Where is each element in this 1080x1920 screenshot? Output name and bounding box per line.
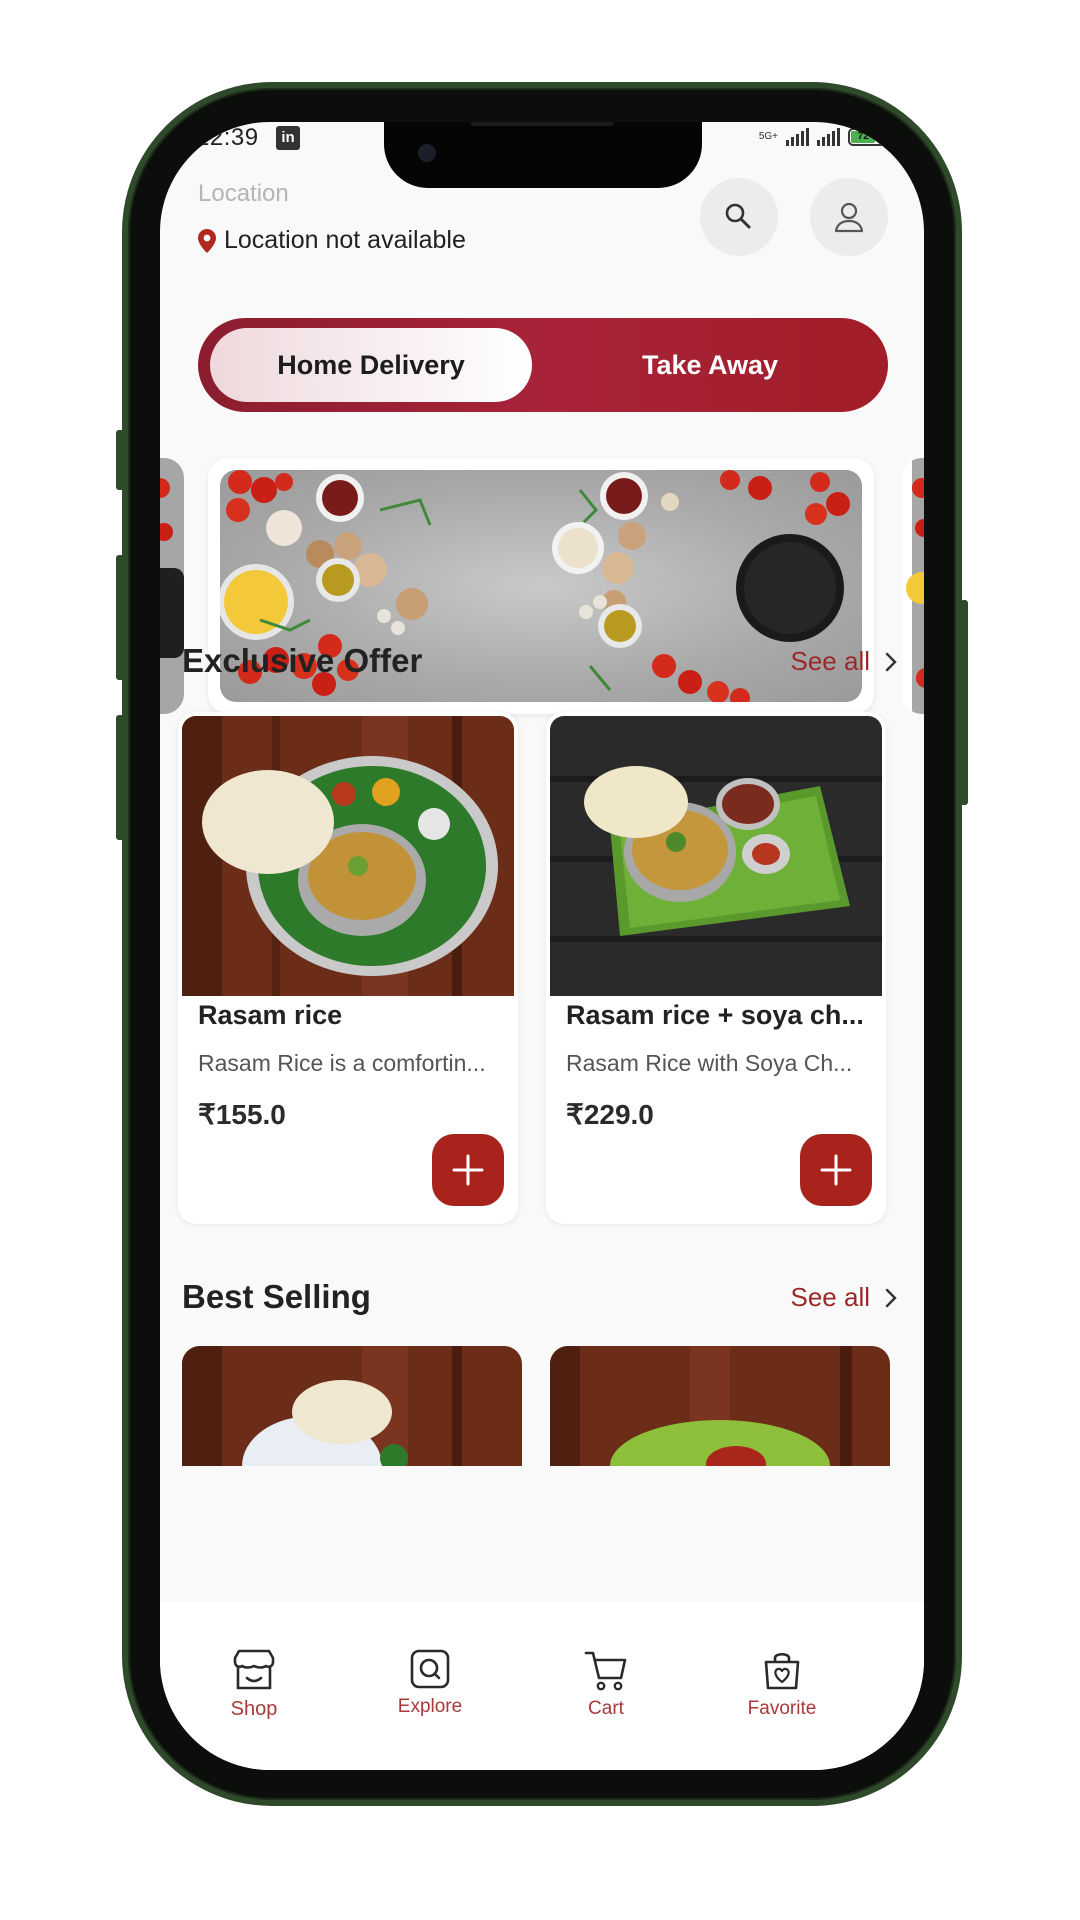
network-type: 5G+ [758, 131, 778, 142]
product-image [550, 716, 882, 996]
phone-side-button [116, 555, 124, 680]
status-time: 12:39 [196, 124, 259, 151]
product-image [182, 1346, 522, 1466]
nav-label: Explore [397, 1696, 463, 1717]
nav-shop[interactable]: Shop [194, 1648, 314, 1721]
nav-label: Cart [588, 1698, 624, 1719]
product-name: Rasam rice + soya ch... [566, 1000, 864, 1030]
profile-button[interactable] [810, 178, 888, 256]
nav-label: Favorite [747, 1698, 817, 1719]
banner-next-peek[interactable] [902, 458, 924, 714]
explore-icon [410, 1649, 450, 1689]
nav-explore[interactable]: Explore [370, 1648, 490, 1718]
battery-icon: 72 [848, 128, 888, 146]
store-icon [233, 1649, 275, 1690]
linkedin-icon: in [276, 126, 300, 150]
home-delivery-tab[interactable]: Home Delivery [210, 328, 532, 402]
search-icon [725, 203, 751, 229]
see-all-label: See all [790, 1282, 871, 1312]
favorite-bag-icon [764, 1652, 800, 1690]
chevron-right-icon [885, 1288, 897, 1307]
product-card[interactable] [182, 1346, 522, 1466]
add-to-cart-button[interactable] [800, 1134, 872, 1206]
signal-icon [786, 128, 809, 146]
camera-notch [384, 122, 702, 188]
banner-image [160, 458, 184, 714]
nav-favorite[interactable]: Favorite [722, 1648, 842, 1720]
bottom-navigation: Shop Explore Cart Favorite [160, 1602, 924, 1770]
add-to-cart-button[interactable] [432, 1134, 504, 1206]
phone-side-button [116, 715, 124, 840]
location-selector[interactable]: Location not available [198, 226, 466, 255]
see-all-label: See all [790, 646, 871, 676]
battery-level: 72 [851, 131, 876, 143]
plus-icon [452, 1154, 484, 1186]
app-screen: 12:39 in 5G+ 72 Location Location not av… [160, 122, 924, 1770]
exclusive-offer-title: Exclusive Offer [182, 642, 423, 679]
product-description: Rasam Rice is a comfortin... [198, 1050, 486, 1076]
phone-side-button [960, 600, 968, 805]
rasam-rice-plate-image [182, 716, 514, 996]
product-card[interactable] [550, 1346, 890, 1466]
product-price: ₹229.0 [566, 1099, 654, 1130]
product-price: ₹155.0 [198, 1099, 286, 1130]
location-pin-icon [198, 228, 216, 253]
product-image [550, 1346, 890, 1466]
best-selling-see-all-link[interactable]: See all [791, 1282, 899, 1313]
nav-label: Shop [230, 1698, 278, 1720]
product-image [182, 716, 514, 996]
exclusive-see-all-link[interactable]: See all [791, 646, 899, 677]
banner-image [906, 458, 924, 714]
front-camera [418, 144, 436, 162]
search-button[interactable] [700, 178, 778, 256]
phone-side-button [116, 430, 124, 490]
product-name: Rasam rice [198, 1000, 343, 1030]
banner-prev-peek[interactable] [160, 458, 184, 714]
speaker [470, 122, 614, 126]
signal-icon [817, 128, 840, 146]
plus-icon [820, 1154, 852, 1186]
location-value: Location not available [224, 226, 466, 254]
product-card[interactable]: Rasam rice Rasam Rice is a comfortin... … [178, 712, 518, 1224]
cart-icon [584, 1651, 627, 1691]
location-label: Location [198, 180, 289, 207]
nav-cart[interactable]: Cart [546, 1648, 666, 1720]
status-indicators: 5G+ 72 [759, 128, 888, 146]
rasam-rice-soya-image [550, 716, 882, 996]
user-icon [834, 202, 864, 233]
best-selling-title: Best Selling [182, 1278, 371, 1315]
product-description: Rasam Rice with Soya Ch... [566, 1050, 853, 1076]
chevron-right-icon [885, 652, 897, 671]
product-card[interactable]: Rasam rice + soya ch... Rasam Rice with … [546, 712, 886, 1224]
delivery-mode-toggle: Home Delivery Take Away [198, 318, 888, 412]
take-away-tab[interactable]: Take Away [544, 328, 876, 402]
